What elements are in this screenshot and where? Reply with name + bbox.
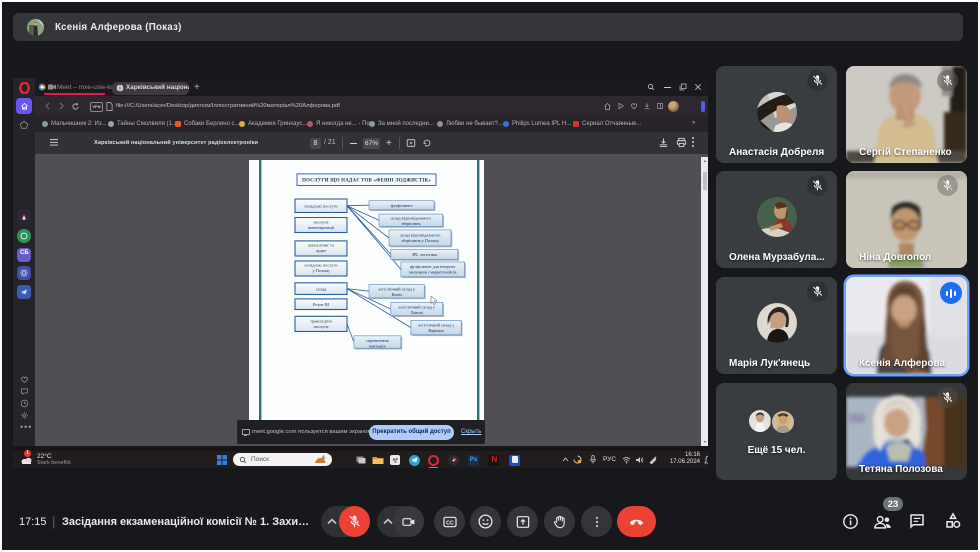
- svg-text:фулфілмент для інтернет: фулфілмент для інтернет: [410, 264, 456, 269]
- svg-text:логістичний склад у: логістичний склад у: [398, 304, 436, 309]
- svg-text:логістичний склад у: логістичний склад у: [418, 322, 456, 327]
- svg-text:фулфілмент: фулфілмент: [391, 203, 413, 208]
- svg-text:логістичний склад у: логістичний склад у: [378, 286, 416, 291]
- svg-text:ПОСЛУГИ ЩО НАДАЄ ТОВ «ФЕШН ЛОД: ПОСЛУГИ ЩО НАДАЄ ТОВ «ФЕШН ЛОДЖИСТІК»: [302, 178, 431, 183]
- svg-text:послуги: послуги: [314, 219, 330, 224]
- svg-text:CC: CC: [446, 520, 454, 526]
- svg-text:аудит: аудит: [316, 248, 326, 253]
- svg-text:перевезення: перевезення: [366, 337, 388, 342]
- svg-text:у Польщі: у Польщі: [312, 268, 330, 273]
- svg-text:Варшаві: Варшаві: [428, 327, 444, 332]
- svg-text:Києві: Києві: [391, 292, 402, 297]
- svg-text:послуги: послуги: [314, 323, 330, 328]
- svg-text:Львові: Львові: [411, 309, 424, 314]
- svg-text:зберігання у Польщі: зберігання у Польщі: [401, 238, 439, 243]
- svg-text:інвентаризації: інвентаризації: [308, 225, 335, 230]
- svg-text:3PL логістика: 3PL логістика: [412, 252, 437, 257]
- svg-text:складські послуги: складські послуги: [304, 262, 338, 267]
- svg-text:складські послуги: складські послуги: [304, 203, 338, 208]
- svg-text:склад: склад: [316, 286, 327, 291]
- svg-text:зберігання: зберігання: [401, 221, 420, 226]
- svg-text:вантажів: вантажів: [369, 343, 385, 348]
- svg-text:Power BI: Power BI: [313, 302, 330, 307]
- svg-text:склад відповідального: склад відповідального: [390, 215, 431, 220]
- svg-text:транспортні: транспортні: [310, 318, 333, 323]
- svg-text:консалтинг та: консалтинг та: [308, 242, 334, 247]
- svg-text:склад відповідального: склад відповідального: [400, 232, 441, 237]
- svg-text:магазинів і маркетплейсів: магазинів і маркетплейсів: [409, 269, 456, 274]
